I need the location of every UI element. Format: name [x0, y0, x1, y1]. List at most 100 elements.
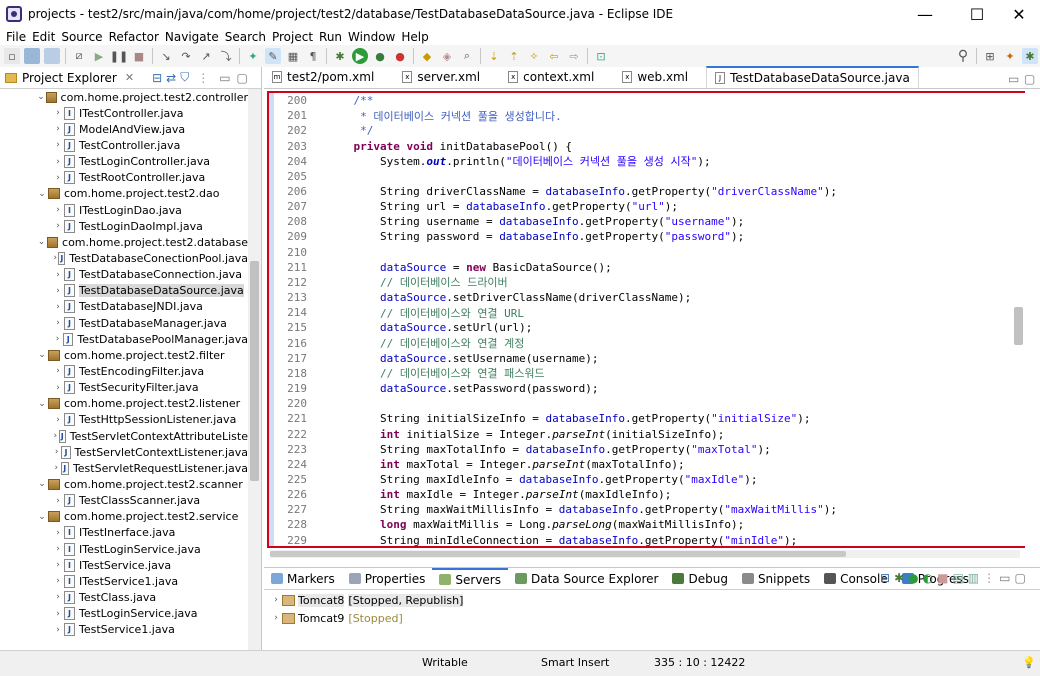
expand-icon[interactable]: › — [52, 463, 61, 473]
code-line[interactable]: 209 String password = databaseInfo.getPr… — [277, 229, 1017, 244]
tree-file-row[interactable]: › I ITestLoginDao.java — [0, 202, 248, 218]
tree-file-row[interactable]: › I ITestController.java — [0, 105, 248, 121]
expand-icon[interactable]: › — [52, 124, 64, 134]
code-line[interactable]: 205 — [277, 169, 1017, 184]
pin-editor-icon[interactable]: ⊡ — [593, 48, 609, 64]
code-line[interactable]: 214 // 데이터베이스와 연결 URL — [277, 305, 1017, 320]
view-menu-icon[interactable]: ⋮ — [197, 71, 209, 85]
code-line[interactable]: 217 dataSource.setUsername(username); — [277, 351, 1017, 366]
search-icon[interactable]: ⚲ — [955, 48, 971, 64]
code-line[interactable]: 218 // 데이터베이스와 연결 패스워드 — [277, 366, 1017, 381]
code-line[interactable]: 221 String initialSizeInfo = databaseInf… — [277, 411, 1017, 426]
code-line[interactable]: 215 dataSource.setUrl(url); — [277, 320, 1017, 335]
expand-icon[interactable]: › — [52, 447, 61, 457]
code-line[interactable]: 201 * 데이터베이스 커넥션 풀을 생성합니다. — [277, 108, 1017, 123]
code-line[interactable]: 206 String driverClassName = databaseInf… — [277, 184, 1017, 199]
expand-icon[interactable]: › — [52, 205, 64, 215]
expand-icon[interactable]: › — [52, 318, 64, 328]
close-view-icon[interactable]: ✕ — [125, 71, 134, 84]
link-editor-icon[interactable]: ⇄ — [166, 71, 176, 85]
code-line[interactable]: 226 int maxIdle = Integer.parseInt(maxId… — [277, 487, 1017, 502]
stop-server-icon[interactable]: ■ — [937, 571, 948, 585]
debug-server-icon[interactable]: ✱ — [894, 571, 904, 585]
tree-package-row[interactable]: ⌄ com.home.project.test2.listener — [0, 396, 248, 412]
code-line[interactable]: 222 int initialSize = Integer.parseInt(i… — [277, 426, 1017, 441]
editor-tab[interactable]: m test2/pom.xml — [264, 66, 382, 88]
menu-edit[interactable]: Edit — [32, 30, 55, 44]
tree-file-row[interactable]: › J TestServletRequestListener.java — [0, 460, 248, 476]
drop-frame-icon[interactable]: ⤵ — [218, 48, 234, 64]
editor-scrollbar-thumb[interactable] — [1014, 307, 1023, 345]
tree-package-row[interactable]: ⌄ com.home.project.test2.controller — [0, 89, 248, 105]
project-explorer-title[interactable]: Project Explorer — [22, 71, 117, 85]
tree-file-row[interactable]: › J TestHttpSessionListener.java — [0, 412, 248, 428]
tree-file-row[interactable]: › J TestDatabaseConnection.java — [0, 267, 248, 283]
code-line[interactable]: 220 — [277, 396, 1017, 411]
minimize-view-icon[interactable]: ▭ — [219, 71, 230, 85]
view-tab[interactable]: Data Source Explorer — [508, 568, 665, 590]
expand-icon[interactable]: ⌄ — [36, 350, 48, 360]
close-button[interactable]: ✕ — [996, 0, 1040, 28]
code-line[interactable]: 204 System.out.println("데이터베이스 커넥션 풀을 생성… — [277, 154, 1017, 169]
tree-file-row[interactable]: › J TestRootController.java — [0, 170, 248, 186]
menu-file[interactable]: File — [6, 30, 26, 44]
open-perspective-icon[interactable]: ⊞ — [982, 48, 998, 64]
code-line[interactable]: 200 /** — [277, 93, 1017, 108]
tree-file-row[interactable]: › J TestLoginService.java — [0, 606, 248, 622]
start-server-icon[interactable]: ● — [908, 571, 918, 585]
step-over-icon[interactable]: ↷ — [178, 48, 194, 64]
tree-package-row[interactable]: ⌄ com.home.project.test2.dao — [0, 186, 248, 202]
expand-icon[interactable]: ⌄ — [36, 512, 48, 522]
view-tab[interactable]: Snippets — [735, 568, 817, 590]
tree-file-row[interactable]: › J TestDatabaseManager.java — [0, 315, 248, 331]
tree-file-row[interactable]: › I ITestService1.java — [0, 573, 248, 589]
suspend-icon[interactable]: ❚❚ — [110, 48, 128, 64]
editor-maximize-icon[interactable]: ▢ — [1024, 72, 1035, 86]
resume-icon[interactable]: ▶ — [91, 48, 107, 64]
block-selection-icon[interactable]: ▦ — [285, 48, 301, 64]
tree-file-row[interactable]: › J TestController.java — [0, 137, 248, 153]
run-icon[interactable]: ▶ — [352, 48, 368, 64]
menu-run[interactable]: Run — [319, 30, 342, 44]
expand-icon[interactable]: › — [52, 576, 64, 586]
tree-file-row[interactable]: › J TestLoginDaoImpl.java — [0, 218, 248, 234]
tree-package-row[interactable]: ⌄ com.home.project.test2.database — [0, 234, 248, 250]
expand-icon[interactable]: › — [52, 592, 64, 602]
tree-package-row[interactable]: ⌄ com.home.project.test2.service — [0, 509, 248, 525]
editor-tab[interactable]: x context.xml — [500, 66, 602, 88]
tree-file-row[interactable]: › J TestSecurityFilter.java — [0, 380, 248, 396]
menu-navigate[interactable]: Navigate — [165, 30, 219, 44]
expand-icon[interactable]: › — [270, 595, 282, 605]
expand-icon[interactable]: › — [52, 625, 64, 635]
expand-icon[interactable]: › — [52, 544, 64, 554]
editor-tab[interactable]: J TestDatabaseDataSource.java — [706, 66, 919, 88]
expand-icon[interactable]: › — [52, 609, 64, 619]
tree-file-row[interactable]: › I ITestLoginService.java — [0, 541, 248, 557]
skip-breakpoints-icon[interactable]: ⧄ — [71, 48, 87, 64]
view-tab[interactable]: Debug — [665, 568, 734, 590]
last-edit-location-icon[interactable]: ✧ — [526, 48, 542, 64]
code-line[interactable]: 213 dataSource.setDriverClassName(driver… — [277, 290, 1017, 305]
expand-icon[interactable]: › — [52, 302, 64, 312]
tree-file-row[interactable]: › J TestDatabasePoolManager.java — [0, 331, 248, 347]
code-line[interactable]: 219 dataSource.setPassword(password); — [277, 381, 1017, 396]
minimize-view-icon[interactable]: ▭ — [999, 571, 1010, 585]
expand-icon[interactable]: › — [52, 334, 63, 344]
code-line[interactable]: 212 // 데이터베이스 드라이버 — [277, 275, 1017, 290]
editor-scrollbar[interactable] — [1012, 93, 1025, 546]
expand-icon[interactable]: › — [52, 140, 64, 150]
tree-scrollbar-thumb[interactable] — [250, 261, 259, 481]
debug-perspective-icon[interactable]: ✱ — [1022, 48, 1038, 64]
tree-file-row[interactable]: › J TestServletContextListener.java — [0, 444, 248, 460]
expand-icon[interactable]: › — [52, 431, 59, 441]
tree-file-row[interactable]: › J TestService1.java — [0, 622, 248, 638]
maximize-view-icon[interactable]: ▢ — [1014, 571, 1025, 585]
tree-file-row[interactable]: › I ITestService.java — [0, 557, 248, 573]
editor-horizontal-scrollbar[interactable] — [270, 550, 1020, 558]
expand-icon[interactable]: › — [52, 383, 64, 393]
java-ee-perspective-icon[interactable]: ✦ — [1002, 48, 1018, 64]
server-row[interactable]: › Tomcat9 [Stopped] — [270, 609, 1040, 627]
server-row[interactable]: › Tomcat8 [Stopped, Republish] — [270, 591, 1040, 609]
code-line[interactable]: 229 String minIdleConnection = databaseI… — [277, 533, 1017, 546]
tree-file-row[interactable]: › I ITestInerface.java — [0, 525, 248, 541]
